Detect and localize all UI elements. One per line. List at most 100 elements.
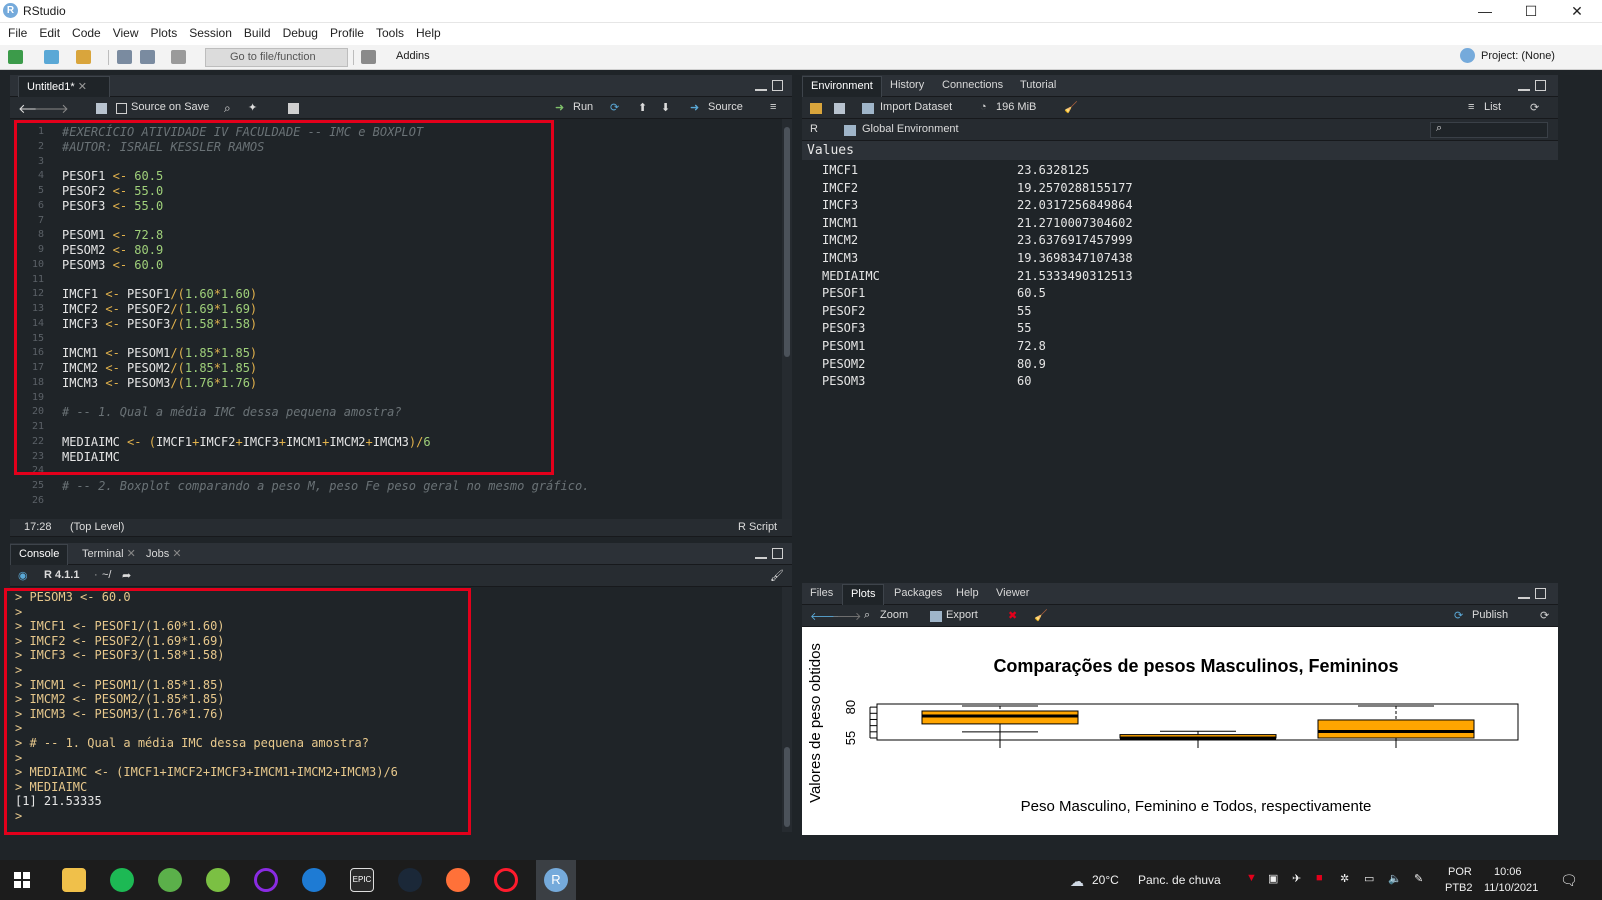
publish-button[interactable]: Publish	[1472, 609, 1508, 621]
outline-icon[interactable]: ≡	[770, 101, 776, 113]
open-file-icon[interactable]	[76, 50, 91, 64]
env-value-row[interactable]: IMCF1 23.6328125	[822, 163, 1552, 181]
minimize-pane-icon[interactable]	[1518, 81, 1530, 91]
search-icon[interactable]: ⌕	[224, 101, 231, 116]
menu-plots[interactable]: Plots	[145, 23, 184, 43]
env-value-row[interactable]: PESOM3 60	[822, 374, 1552, 392]
broom-icon[interactable]: 🧹	[1064, 101, 1078, 114]
volume-icon[interactable]: 🔈	[1388, 872, 1402, 885]
windows-start-icon[interactable]	[14, 872, 30, 888]
filetype-selector[interactable]: R Script	[738, 521, 777, 533]
run-button[interactable]: Run	[573, 101, 593, 113]
project-menu[interactable]: Project: (None)	[1481, 50, 1555, 62]
notifications-icon[interactable]: 🗨	[1560, 872, 1578, 889]
tray-antivirus-icon[interactable]: ■	[1316, 872, 1323, 884]
new-project-icon[interactable]	[44, 50, 59, 64]
menu-debug[interactable]: Debug	[277, 23, 324, 43]
source-on-save-checkbox[interactable]	[116, 103, 127, 114]
env-value-row[interactable]: PESOF2 55	[822, 304, 1552, 322]
working-directory[interactable]: ~/	[102, 569, 111, 581]
epic-games-icon[interactable]: EPIC	[350, 868, 374, 892]
refresh-icon[interactable]: ⟳	[1530, 101, 1539, 114]
tab-viewer[interactable]: Viewer	[988, 584, 1037, 605]
down-arrow-icon[interactable]: ⬇	[661, 101, 670, 114]
save-icon[interactable]	[117, 50, 132, 64]
clock-date[interactable]: 11/10/2021	[1484, 882, 1538, 894]
tray-gear-icon[interactable]: ✲	[1340, 872, 1349, 885]
file-explorer-icon[interactable]	[62, 868, 86, 892]
maximize-pane-icon[interactable]	[772, 80, 783, 91]
tab-history[interactable]: History	[882, 76, 932, 97]
tab-plots[interactable]: Plots	[842, 584, 885, 605]
up-arrow-icon[interactable]: ⬆	[638, 101, 647, 114]
maximize-pane-icon[interactable]	[772, 548, 783, 559]
weather-temp[interactable]: 20°C	[1092, 873, 1119, 887]
addins-menu[interactable]: Addins	[396, 50, 430, 62]
export-button[interactable]: Export	[946, 609, 978, 621]
goto-file-input[interactable]: Go to file/function	[205, 48, 348, 67]
editor-scrollbar[interactable]	[782, 119, 792, 519]
clear-plots-icon[interactable]: 🧹	[1034, 609, 1048, 622]
firefox-icon[interactable]	[446, 868, 470, 892]
wand-icon[interactable]: ✦	[248, 101, 257, 114]
pen-icon[interactable]: ✎	[1414, 872, 1423, 885]
goto-directory-icon[interactable]: ➦	[122, 569, 131, 582]
source-icon[interactable]: ➜	[690, 101, 699, 114]
memory-usage[interactable]: 196 MiB	[996, 101, 1036, 113]
grid-layout-icon[interactable]	[361, 50, 376, 64]
tray-monitor-icon[interactable]: ▣	[1268, 872, 1278, 885]
run-icon[interactable]: ➜	[555, 101, 564, 114]
save-all-icon[interactable]	[140, 50, 155, 64]
menu-file[interactable]: File	[2, 23, 33, 43]
tab-connections[interactable]: Connections	[934, 76, 1011, 97]
clock-time[interactable]: 10:06	[1494, 866, 1522, 878]
console-scrollbar[interactable]	[782, 587, 792, 832]
new-file-icon[interactable]	[8, 50, 23, 64]
env-value-row[interactable]: PESOF3 55	[822, 321, 1552, 339]
rerun-icon[interactable]: ⟳	[610, 101, 619, 114]
remove-plot-icon[interactable]: ✖	[1008, 609, 1017, 622]
tray-network-icon[interactable]: ✈	[1292, 872, 1301, 885]
tab-help[interactable]: Help	[948, 584, 987, 605]
scope-dropdown[interactable]: Global Environment	[862, 123, 959, 135]
save-file-icon[interactable]	[96, 103, 107, 114]
tab-console[interactable]: Console	[10, 544, 68, 565]
language-selector[interactable]: R	[810, 123, 818, 135]
env-value-row[interactable]: IMCF2 19.2570288155177	[822, 181, 1552, 199]
save-workspace-icon[interactable]	[834, 103, 845, 114]
refresh-plot-icon[interactable]: ⟳	[1540, 609, 1549, 622]
rstudio-taskbar-item[interactable]: R	[536, 860, 576, 900]
source-button[interactable]: Source	[708, 101, 743, 113]
load-workspace-icon[interactable]	[810, 103, 822, 114]
menu-build[interactable]: Build	[238, 23, 277, 43]
minimize-pane-icon[interactable]	[1518, 589, 1530, 599]
env-value-row[interactable]: MEDIAIMC 21.5333490312513	[822, 269, 1552, 287]
scope-selector[interactable]: (Top Level)	[70, 521, 124, 533]
tab-terminal[interactable]: Terminal ✕	[74, 544, 144, 565]
tab-packages[interactable]: Packages	[886, 584, 950, 605]
env-value-row[interactable]: PESOF1 60.5	[822, 286, 1552, 304]
spotify-icon[interactable]	[110, 868, 134, 892]
minimize-pane-icon[interactable]	[755, 549, 767, 559]
weather-description[interactable]: Panc. de chuva	[1138, 873, 1221, 887]
env-value-row[interactable]: IMCM3 19.3698347107438	[822, 251, 1552, 269]
maximize-button[interactable]: ☐	[1508, 0, 1554, 23]
tab-files[interactable]: Files	[802, 584, 841, 605]
keyboard-layout[interactable]: PTB2	[1445, 882, 1473, 894]
menu-code[interactable]: Code	[66, 23, 107, 43]
environment-search-input[interactable]	[1430, 122, 1548, 138]
xbox-icon[interactable]	[206, 868, 230, 892]
env-value-row[interactable]: IMCM1 21.2710007304602	[822, 216, 1552, 234]
maximize-pane-icon[interactable]	[1535, 588, 1546, 599]
menu-profile[interactable]: Profile	[324, 23, 370, 43]
battlenet-icon[interactable]	[302, 868, 326, 892]
tray-app-icon[interactable]: ▼	[1246, 872, 1257, 884]
close-button[interactable]: ✕	[1554, 0, 1600, 23]
clear-console-icon[interactable]: 🖌	[770, 569, 784, 582]
menu-session[interactable]: Session	[183, 23, 238, 43]
menu-edit[interactable]: Edit	[33, 23, 66, 43]
minimize-pane-icon[interactable]	[755, 81, 767, 91]
menu-help[interactable]: Help	[410, 23, 447, 43]
env-value-row[interactable]: IMCF3 22.0317256849864	[822, 198, 1552, 216]
cortana-icon[interactable]	[254, 868, 278, 892]
